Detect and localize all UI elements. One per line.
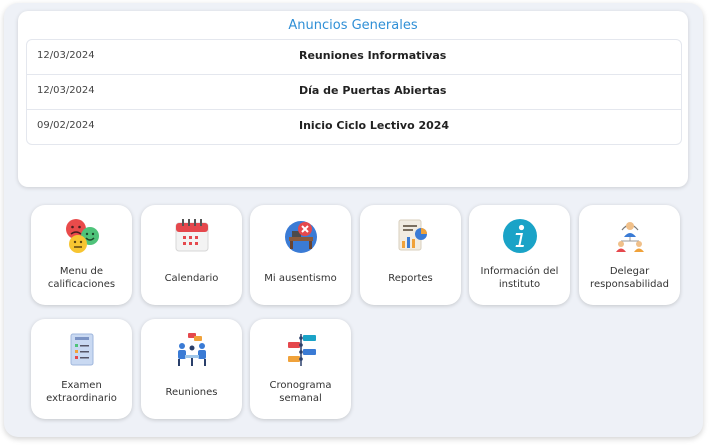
tile-label: Reuniones [165, 386, 218, 398]
delegate-icon [616, 222, 644, 252]
tile-calendario[interactable]: Calendario [141, 205, 242, 305]
tile-label: Información del instituto [480, 266, 559, 290]
meeting-icon [178, 333, 206, 366]
tile-delegar-responsabilidad[interactable]: Delegar responsabilidad [579, 205, 680, 305]
table-row[interactable]: 12/03/2024 Reuniones Informativas [27, 40, 681, 75]
calendar-icon [175, 219, 209, 252]
tile-mi-ausentismo[interactable]: Mi ausentismo [250, 205, 351, 305]
announcement-date: 09/02/2024 [37, 120, 95, 131]
app-frame: Anuncios Generales 12/03/2024 Reuniones … [4, 3, 703, 437]
announcement-subject: Reuniones Informativas [299, 49, 447, 62]
announcement-date: 12/03/2024 [37, 50, 95, 61]
table-row[interactable]: 09/02/2024 Inicio Ciclo Lectivo 2024 [27, 110, 681, 144]
announcement-date: 12/03/2024 [37, 85, 95, 96]
table-row[interactable]: 12/03/2024 Día de Puertas Abiertas [27, 75, 681, 110]
announcement-subject: Inicio Ciclo Lectivo 2024 [299, 119, 450, 132]
announcement-subject: Día de Puertas Abiertas [299, 84, 447, 97]
timeline-icon [288, 334, 316, 366]
tile-menu-calificaciones[interactable]: Menu de calificaciones [31, 205, 132, 305]
info-icon [503, 219, 537, 253]
tile-label: Calendario [164, 272, 219, 284]
tile-cronograma-semanal[interactable]: Cronograma semanal [250, 319, 351, 419]
tile-informacion-instituto[interactable]: Información del instituto [469, 205, 570, 305]
announcements-card: Anuncios Generales 12/03/2024 Reuniones … [18, 11, 688, 187]
exam-checklist-icon [70, 333, 94, 366]
announcements-table: 12/03/2024 Reuniones Informativas 12/03/… [26, 39, 682, 145]
tile-label: Reportes [388, 272, 433, 284]
tile-label: Delegar responsabilidad [590, 266, 669, 290]
report-icon [398, 219, 427, 251]
tile-reuniones[interactable]: Reuniones [141, 319, 242, 419]
tile-reportes[interactable]: Reportes [360, 205, 461, 305]
tile-label: Examen extraordinario [46, 380, 117, 404]
smiley-faces-icon [66, 219, 99, 253]
tile-label: Mi ausentismo [264, 272, 337, 284]
absence-icon [285, 221, 317, 253]
tile-label: Menu de calificaciones [47, 266, 116, 290]
announcements-title: Anuncios Generales [288, 18, 418, 33]
tile-label: Cronograma semanal [269, 380, 332, 404]
tile-examen-extraordinario[interactable]: Examen extraordinario [31, 319, 132, 419]
